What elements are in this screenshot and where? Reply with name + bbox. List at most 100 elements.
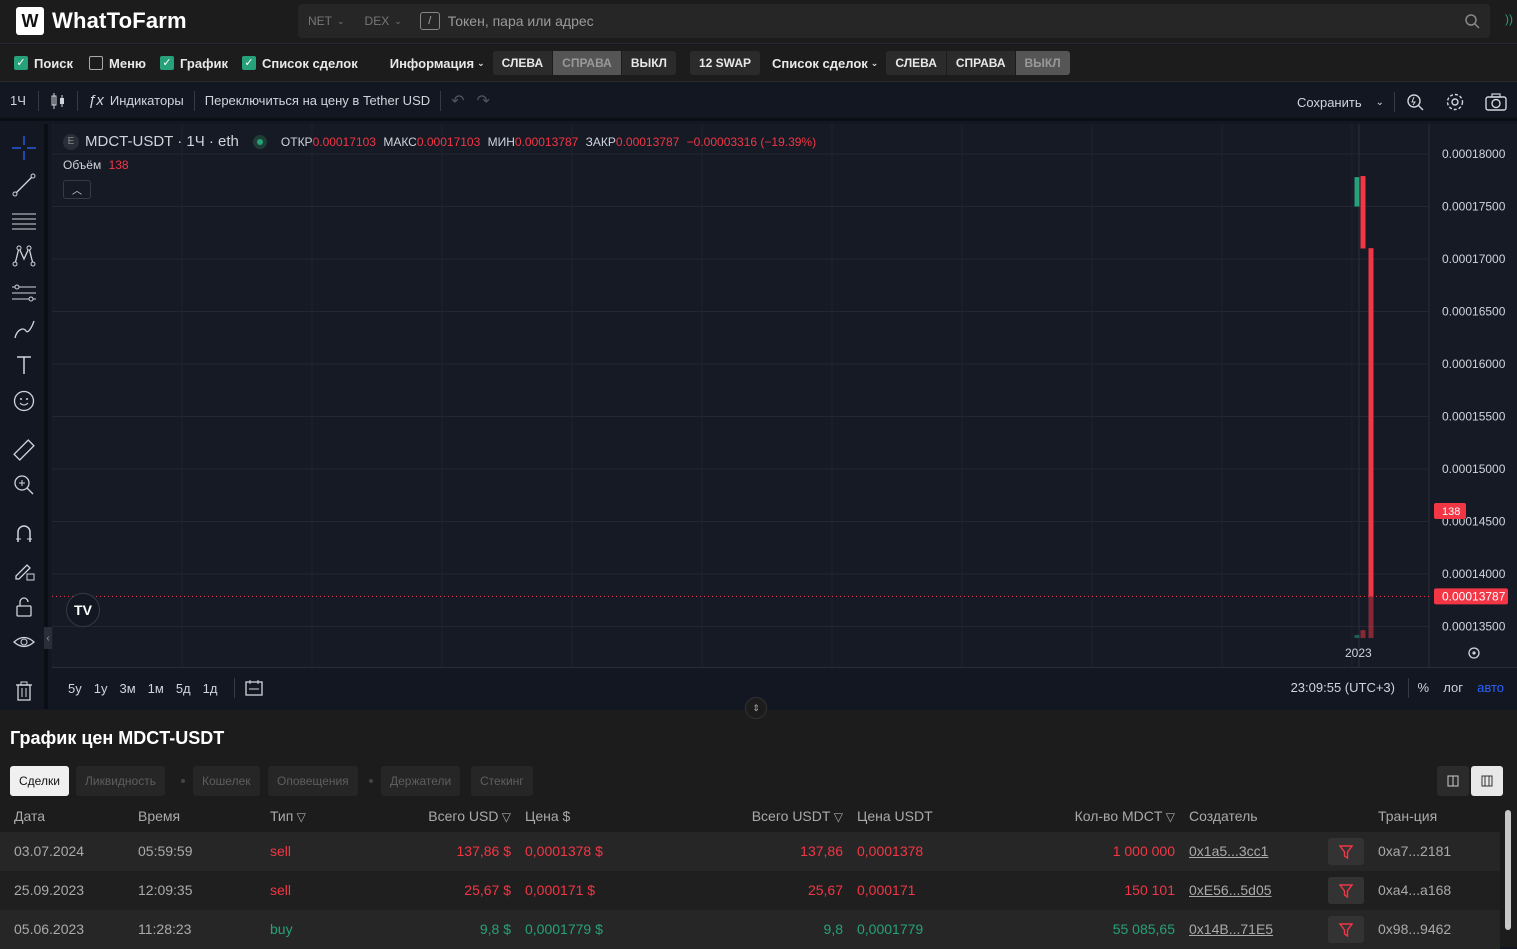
column-header[interactable]: Всего USD ▽ bbox=[380, 808, 511, 824]
filter-creator-button[interactable] bbox=[1328, 916, 1364, 943]
ruler-icon[interactable] bbox=[10, 436, 38, 464]
resize-handle-icon[interactable]: ⇕ bbox=[745, 697, 767, 719]
filter-icon[interactable]: ▽ bbox=[830, 810, 843, 824]
column-header[interactable]: Тип ▽ bbox=[270, 808, 340, 824]
layout-split-icon[interactable] bbox=[1437, 766, 1469, 796]
column-header[interactable]: Всего USDT ▽ bbox=[700, 808, 843, 824]
settings-gear-icon[interactable] bbox=[1435, 83, 1475, 121]
tab-6[interactable]: Стекинг bbox=[471, 766, 533, 796]
magnet-icon[interactable] bbox=[10, 520, 38, 548]
filter-icon[interactable]: ▽ bbox=[1162, 810, 1175, 824]
tab-1[interactable]: Сделки bbox=[10, 766, 69, 796]
creator-link[interactable]: 0x14B...71E5 bbox=[1189, 921, 1319, 937]
table-cell: 12:09:35 bbox=[138, 882, 193, 898]
tx-link[interactable]: 0x98...9462 bbox=[1378, 921, 1498, 937]
info-right-button[interactable]: СПРАВА bbox=[553, 51, 622, 75]
redo-icon[interactable]: ↷ bbox=[475, 82, 500, 120]
creator-link[interactable]: 0xE56...5d05 bbox=[1189, 882, 1319, 898]
filter-creator-button[interactable] bbox=[1328, 877, 1364, 904]
text-icon[interactable] bbox=[10, 351, 38, 379]
tab-5[interactable]: Держатели bbox=[381, 766, 461, 796]
range-button-1y[interactable]: 1y bbox=[88, 681, 114, 696]
deals-dropdown[interactable]: Список сделок ⌄ bbox=[772, 56, 878, 71]
tx-link[interactable]: 0xa4...a168 bbox=[1378, 882, 1498, 898]
emoji-icon[interactable] bbox=[10, 387, 38, 415]
toggle-chart[interactable]: ✓ График bbox=[160, 56, 228, 71]
range-button-1м[interactable]: 1м bbox=[142, 681, 170, 696]
tab-3[interactable]: Кошелек bbox=[193, 766, 260, 796]
column-header[interactable]: Дата bbox=[14, 808, 124, 824]
date-range-icon[interactable] bbox=[244, 678, 264, 703]
column-header[interactable]: Цена $ bbox=[525, 808, 695, 824]
chart-canvas[interactable]: 0.00018000 0.00017500 0.00017000 0.00016500… bbox=[52, 124, 1517, 708]
tab-4[interactable]: Оповещения bbox=[268, 766, 358, 796]
collapse-toolbar-icon[interactable]: ‹ bbox=[44, 627, 52, 649]
toggle-search[interactable]: ✓ Поиск bbox=[14, 56, 73, 71]
swap-button[interactable]: 12 SWAP bbox=[689, 51, 761, 75]
scrollbar[interactable] bbox=[1505, 810, 1511, 930]
percent-scale-button[interactable]: % bbox=[1417, 680, 1429, 695]
column-header[interactable]: Создатель bbox=[1189, 808, 1319, 824]
candle-type-button[interactable] bbox=[39, 82, 77, 120]
fib-lines-icon[interactable] bbox=[10, 207, 38, 235]
camera-icon[interactable] bbox=[1475, 83, 1517, 121]
column-header[interactable]: Время bbox=[138, 808, 258, 824]
search-input[interactable]: Токен, пара или адрес bbox=[448, 13, 594, 29]
search-icon[interactable] bbox=[1464, 13, 1480, 29]
pattern-icon[interactable] bbox=[10, 242, 38, 270]
projection-icon[interactable] bbox=[10, 279, 38, 307]
auto-scale-button[interactable]: авто bbox=[1477, 680, 1504, 695]
column-header[interactable]: Тран-ция bbox=[1378, 808, 1498, 824]
info-off-button[interactable]: ВЫКЛ bbox=[622, 51, 676, 75]
undo-icon[interactable]: ↶ bbox=[441, 82, 474, 120]
lock-drawing-icon[interactable] bbox=[10, 556, 38, 584]
crosshair-icon[interactable] bbox=[10, 134, 38, 162]
zoom-in-icon[interactable] bbox=[10, 471, 38, 499]
column-header[interactable]: Кол-во MDCT ▽ bbox=[1020, 808, 1175, 824]
info-dropdown[interactable]: Информация ⌄ bbox=[390, 56, 485, 71]
table-cell: 0,000171 bbox=[857, 882, 916, 898]
tx-link[interactable]: 0xa7...2181 bbox=[1378, 843, 1498, 859]
quick-search-icon[interactable] bbox=[1395, 83, 1435, 121]
switch-currency-button[interactable]: Переключиться на цену в Tether USD bbox=[195, 82, 440, 120]
filter-icon[interactable]: ▽ bbox=[293, 810, 306, 824]
interval-button[interactable]: 1Ч bbox=[0, 82, 38, 120]
table-row[interactable]: 25.09.2023 12:09:35 sell 25,67 $ 0,000171 $ 2… bbox=[0, 871, 1500, 910]
deals-left-button[interactable]: СЛЕВА bbox=[886, 51, 947, 75]
layout-full-icon[interactable] bbox=[1471, 766, 1503, 796]
table-row[interactable]: 05.06.2023 11:28:23 buy 9,8 $ 0,0001779 $ 9,8… bbox=[0, 910, 1500, 949]
chart-toolbar: 1Ч ƒx Индикаторы Переключиться на цену в … bbox=[0, 83, 1517, 121]
creator-link[interactable]: 0x1a5...3cc1 bbox=[1189, 843, 1319, 859]
log-scale-button[interactable]: лог bbox=[1443, 680, 1463, 695]
indicators-button[interactable]: ƒx Индикаторы bbox=[78, 82, 194, 120]
toggle-menu[interactable]: Меню bbox=[89, 56, 146, 71]
save-button[interactable]: Сохранить ⌄ bbox=[1287, 83, 1394, 121]
column-header[interactable]: Цена USDT bbox=[857, 808, 1017, 824]
info-left-button[interactable]: СЛЕВА bbox=[493, 51, 554, 75]
brush-icon[interactable] bbox=[10, 315, 38, 343]
filter-creator-button[interactable] bbox=[1328, 838, 1364, 865]
range-button-5д[interactable]: 5д bbox=[170, 681, 197, 696]
tradingview-logo-icon[interactable]: TV bbox=[66, 593, 100, 627]
dex-selector[interactable]: DEX ⌄ bbox=[355, 4, 412, 38]
net-label: NET bbox=[308, 14, 332, 28]
range-button-5y[interactable]: 5y bbox=[62, 681, 88, 696]
range-button-1д[interactable]: 1д bbox=[197, 681, 224, 696]
unlock-icon[interactable] bbox=[10, 593, 38, 621]
filter-icon[interactable]: ▽ bbox=[498, 810, 511, 824]
net-selector[interactable]: NET ⌄ bbox=[298, 4, 355, 38]
deals-right-button[interactable]: СПРАВА bbox=[947, 51, 1016, 75]
top-bar: W WhatToFarm NET ⌄ DEX ⌄ / Токен, пара или… bbox=[0, 0, 1517, 44]
tab-2[interactable]: Ликвидность bbox=[76, 766, 165, 796]
eye-icon[interactable] bbox=[10, 628, 38, 656]
range-button-3м[interactable]: 3м bbox=[113, 681, 141, 696]
collapse-legend-icon[interactable]: ︿ bbox=[63, 180, 91, 199]
toggle-deals[interactable]: ✓ Список сделок bbox=[241, 56, 358, 71]
deals-off-button[interactable]: ВЫКЛ bbox=[1015, 51, 1070, 75]
trend-line-icon[interactable] bbox=[10, 171, 38, 199]
table-row[interactable]: 03.07.2024 05:59:59 sell 137,86 $ 0,0001378 … bbox=[0, 832, 1500, 871]
brand-logo[interactable]: W WhatToFarm bbox=[16, 7, 187, 35]
trash-icon[interactable] bbox=[10, 677, 38, 705]
clock-display[interactable]: 23:09:55 (UTC+3) bbox=[1291, 680, 1395, 695]
chart-area[interactable]: 0.00018000 0.00017500 0.00017000 0.00016500… bbox=[52, 124, 1517, 708]
